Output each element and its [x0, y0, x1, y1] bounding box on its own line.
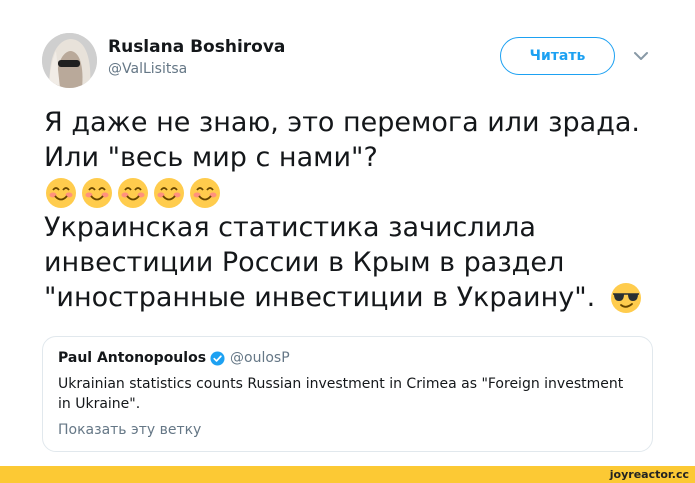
sunglasses-face-icon — [609, 281, 643, 315]
smiling-face-icon — [188, 176, 222, 210]
smiling-face-icon — [80, 176, 114, 210]
smiling-face-icon — [152, 176, 186, 210]
tweet-line: Или "весь мир с нами"? — [44, 142, 378, 173]
emoji-row — [44, 175, 664, 210]
author-handle[interactable]: @ValLisitsa — [108, 60, 187, 78]
quoted-author-handle[interactable]: @oulosP — [230, 350, 290, 366]
show-thread-link[interactable]: Показать эту ветку — [58, 421, 201, 439]
avatar[interactable] — [42, 33, 97, 88]
tweet-line: Я даже не знаю, это перемога или зрада. — [44, 107, 641, 138]
smiling-face-icon — [44, 176, 78, 210]
author-name[interactable]: Ruslana Boshirova — [108, 37, 285, 57]
smiling-face-icon — [116, 176, 150, 210]
tweet-line: инвестиции России в Крым в раздел — [44, 247, 565, 278]
footer-bar: joyreactor.cc — [0, 466, 695, 483]
avatar-photo — [42, 33, 97, 88]
tweet-line-text: "иностранные инвестиции в Украину". — [44, 282, 596, 313]
follow-button[interactable]: Читать — [500, 37, 615, 75]
quoted-tweet-text: Ukrainian statistics counts Russian inve… — [58, 376, 624, 412]
quoted-author-name[interactable]: Paul Antonopoulos — [58, 350, 206, 366]
chevron-down-icon[interactable] — [633, 50, 649, 62]
tweet-line: Украинская статистика зачислила — [44, 212, 536, 243]
verified-badge-icon — [210, 350, 225, 366]
quoted-tweet-header: Paul Antonopoulos @oulosP — [58, 350, 290, 366]
footer-credit: joyreactor.cc — [609, 468, 689, 481]
tweet-line-last: "иностранные инвестиции в Украину". — [44, 280, 664, 315]
quoted-tweet-card[interactable]: Paul Antonopoulos @oulosP Ukrainian stat… — [42, 336, 653, 452]
tweet-text: Я даже не знаю, это перемога или зрада. … — [44, 105, 664, 315]
